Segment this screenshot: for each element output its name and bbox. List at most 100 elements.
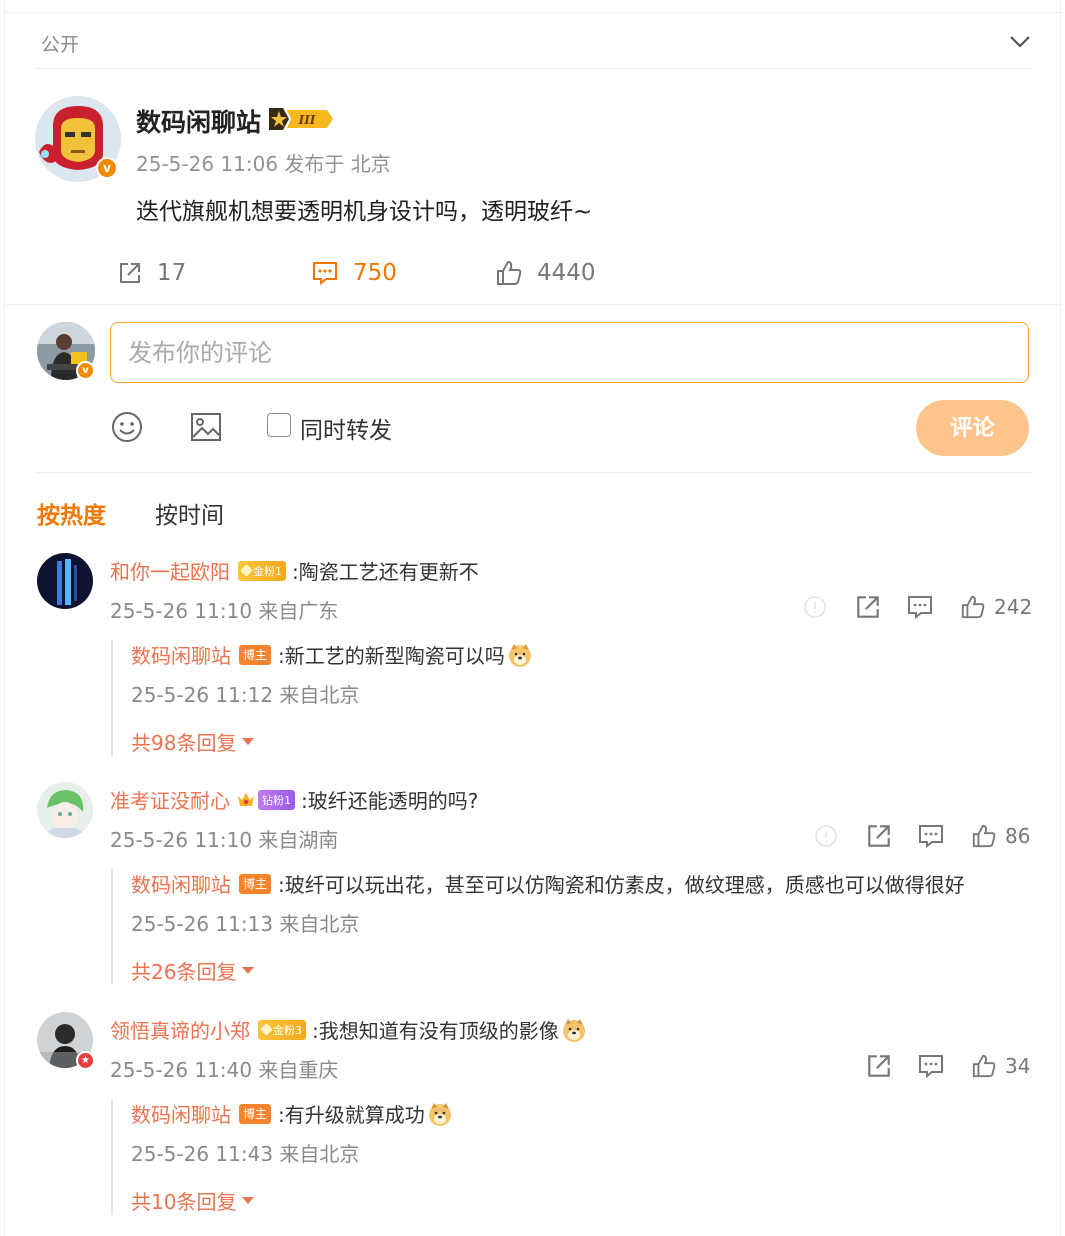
comment-ops: 242	[802, 592, 1032, 622]
comment-text: :陶瓷工艺还有更新不	[292, 560, 479, 584]
member-level-badge-icon[interactable]: III	[267, 106, 335, 132]
reply-username[interactable]: 数码闲聊站	[131, 869, 231, 898]
reply-text: :新工艺的新型陶瓷可以吗	[278, 644, 505, 668]
chevron-down-icon[interactable]	[1008, 34, 1032, 50]
more-replies-label: 共26条回复	[131, 960, 237, 984]
reply-line: 数码闲聊站 博主 :玻纤可以玩出花，甚至可以仿陶瓷和仿素皮，做纹理感，质感也可以…	[131, 869, 965, 898]
reply-meta: 25-5-26 11:13 来自北京	[131, 912, 360, 936]
tab-sort-time[interactable]: 按时间	[155, 496, 224, 530]
reply-icon[interactable]	[906, 594, 934, 620]
caret-down-icon	[242, 738, 255, 745]
reply-text: :玻纤可以玩出花，甚至可以仿陶瓷和仿素皮，做纹理感，质感也可以做得很好	[278, 873, 965, 897]
post-meta: 25-5-26 11:06 发布于 北京	[136, 152, 391, 176]
reply-line: 数码闲聊站 博主 :有升级就算成功	[131, 1099, 453, 1128]
divider	[5, 12, 1062, 13]
verified-badge: v	[96, 157, 118, 179]
comment-line: 和你一起欧阳 金粉1 :陶瓷工艺还有更新不	[110, 556, 479, 585]
reply-line: 数码闲聊站 博主 :新工艺的新型陶瓷可以吗	[131, 640, 533, 669]
post-body: 迭代旗舰机想要透明机身设计吗，透明玻纤~	[136, 199, 593, 225]
member-star-badge: ★	[76, 1051, 95, 1070]
thumbs-up-icon[interactable]	[971, 823, 997, 849]
emoji-icon[interactable]	[109, 409, 145, 445]
reply-thread: 数码闲聊站 博主 :新工艺的新型陶瓷可以吗 25-5-26 11:12 来自北京…	[111, 640, 1035, 756]
report-icon[interactable]	[813, 823, 839, 849]
reply-text: :有升级就算成功	[278, 1103, 425, 1127]
more-replies-link[interactable]: 共98条回复	[131, 727, 255, 756]
comment-username[interactable]: 准考证没耐心	[110, 785, 230, 814]
fan-badge[interactable]: 金粉3	[258, 1019, 306, 1040]
comment-ops: 86	[813, 821, 1030, 851]
owner-badge: 博主	[239, 873, 272, 894]
comment-username[interactable]: 和你一起欧阳	[110, 556, 230, 585]
fan-badge-label: 金粉3	[273, 1023, 302, 1037]
reply-username[interactable]: 数码闲聊站	[131, 1099, 231, 1128]
comment-meta: 25-5-26 11:40 来自重庆	[110, 1058, 339, 1082]
divider	[35, 68, 1033, 69]
gem-icon	[260, 1023, 273, 1036]
like-action[interactable]: 4440	[495, 257, 596, 289]
doge-emoji-icon	[508, 643, 531, 667]
comment-meta: 25-5-26 11:10 来自湖南	[110, 828, 339, 852]
image-icon[interactable]	[188, 409, 224, 445]
comment-username[interactable]: 领悟真谛的小郑	[110, 1015, 250, 1044]
author-name[interactable]: 数码闲聊站	[136, 103, 261, 139]
share-icon[interactable]	[865, 1052, 893, 1080]
report-icon[interactable]	[802, 594, 828, 620]
reply-icon[interactable]	[917, 1053, 945, 1079]
comment-action[interactable]: 750	[311, 257, 397, 289]
visibility-label: 公开	[41, 34, 80, 56]
doge-emoji-icon	[428, 1102, 451, 1126]
share-icon[interactable]	[854, 593, 882, 621]
reply-meta: 25-5-26 11:43 来自北京	[131, 1142, 360, 1166]
more-replies-label: 共10条回复	[131, 1190, 237, 1214]
comment-text: :玻纤还能透明的吗?	[301, 789, 479, 813]
comment-line: 准考证没耐心 钻粉1 :玻纤还能透明的吗?	[110, 785, 478, 814]
more-replies-label: 共98条回复	[131, 731, 237, 755]
weibo-post-card: 公开 v 数码闲聊站 III 25-5-26 11:06 发布于 北京 迭代旗舰…	[4, 0, 1062, 1236]
reply-thread: 数码闲聊站 博主 :玻纤可以玩出花，甚至可以仿陶瓷和仿素皮，做纹理感，质感也可以…	[111, 869, 1035, 985]
commenter-avatar[interactable]	[37, 553, 93, 609]
thumbs-up-icon	[497, 260, 522, 285]
owner-badge: 博主	[239, 1103, 272, 1124]
fan-badge[interactable]: 金粉1	[238, 560, 286, 581]
comment-line: 领悟真谛的小郑 金粉3 :我想知道有没有顶级的影像	[110, 1015, 587, 1044]
reply-username[interactable]: 数码闲聊站	[131, 640, 231, 669]
caret-down-icon	[242, 1197, 255, 1204]
tab-sort-hot[interactable]: 按热度	[37, 496, 106, 530]
svg-text:III: III	[298, 113, 316, 127]
doge-emoji-icon	[562, 1018, 585, 1042]
submit-comment-button[interactable]: 评论	[916, 400, 1029, 456]
gem-icon	[240, 564, 253, 577]
more-replies-link[interactable]: 共10条回复	[131, 1186, 255, 1215]
verified-badge: v	[76, 361, 95, 380]
repost-count: 17	[157, 260, 187, 286]
comment-input[interactable]	[110, 322, 1029, 383]
comment-icon	[313, 262, 337, 286]
comment-like-count: 86	[1005, 824, 1031, 848]
repost-checkbox-label[interactable]: 同时转发	[300, 411, 392, 445]
comment-like-count: 242	[994, 595, 1033, 619]
comment-meta: 25-5-26 11:10 来自广东	[110, 599, 339, 623]
fan-badge-label: 金粉1	[253, 564, 282, 578]
reply-icon[interactable]	[917, 823, 945, 849]
comment-like-count: 34	[1005, 1054, 1031, 1078]
reply-meta: 25-5-26 11:12 来自北京	[131, 683, 360, 707]
crown-icon	[238, 792, 254, 806]
thumbs-up-icon[interactable]	[960, 594, 986, 620]
share-icon	[120, 263, 140, 283]
more-replies-link[interactable]: 共26条回复	[131, 956, 255, 985]
divider	[35, 472, 1033, 473]
fan-badge[interactable]: 钻粉1	[258, 789, 295, 810]
commenter-avatar[interactable]	[37, 782, 93, 838]
repost-checkbox[interactable]	[267, 413, 291, 437]
comment-ops: 34	[865, 1051, 1030, 1081]
reply-thread: 数码闲聊站 博主 :有升级就算成功 25-5-26 11:43 来自北京 共10…	[111, 1099, 1035, 1215]
comment-text: :我想知道有没有顶级的影像	[312, 1019, 559, 1043]
like-count: 4440	[537, 260, 596, 286]
fan-badge-label: 钻粉1	[262, 793, 291, 807]
share-icon[interactable]	[865, 822, 893, 850]
thumbs-up-icon[interactable]	[971, 1053, 997, 1079]
comment-count: 750	[353, 260, 397, 286]
repost-action[interactable]: 17	[117, 257, 186, 289]
owner-badge: 博主	[239, 644, 272, 665]
